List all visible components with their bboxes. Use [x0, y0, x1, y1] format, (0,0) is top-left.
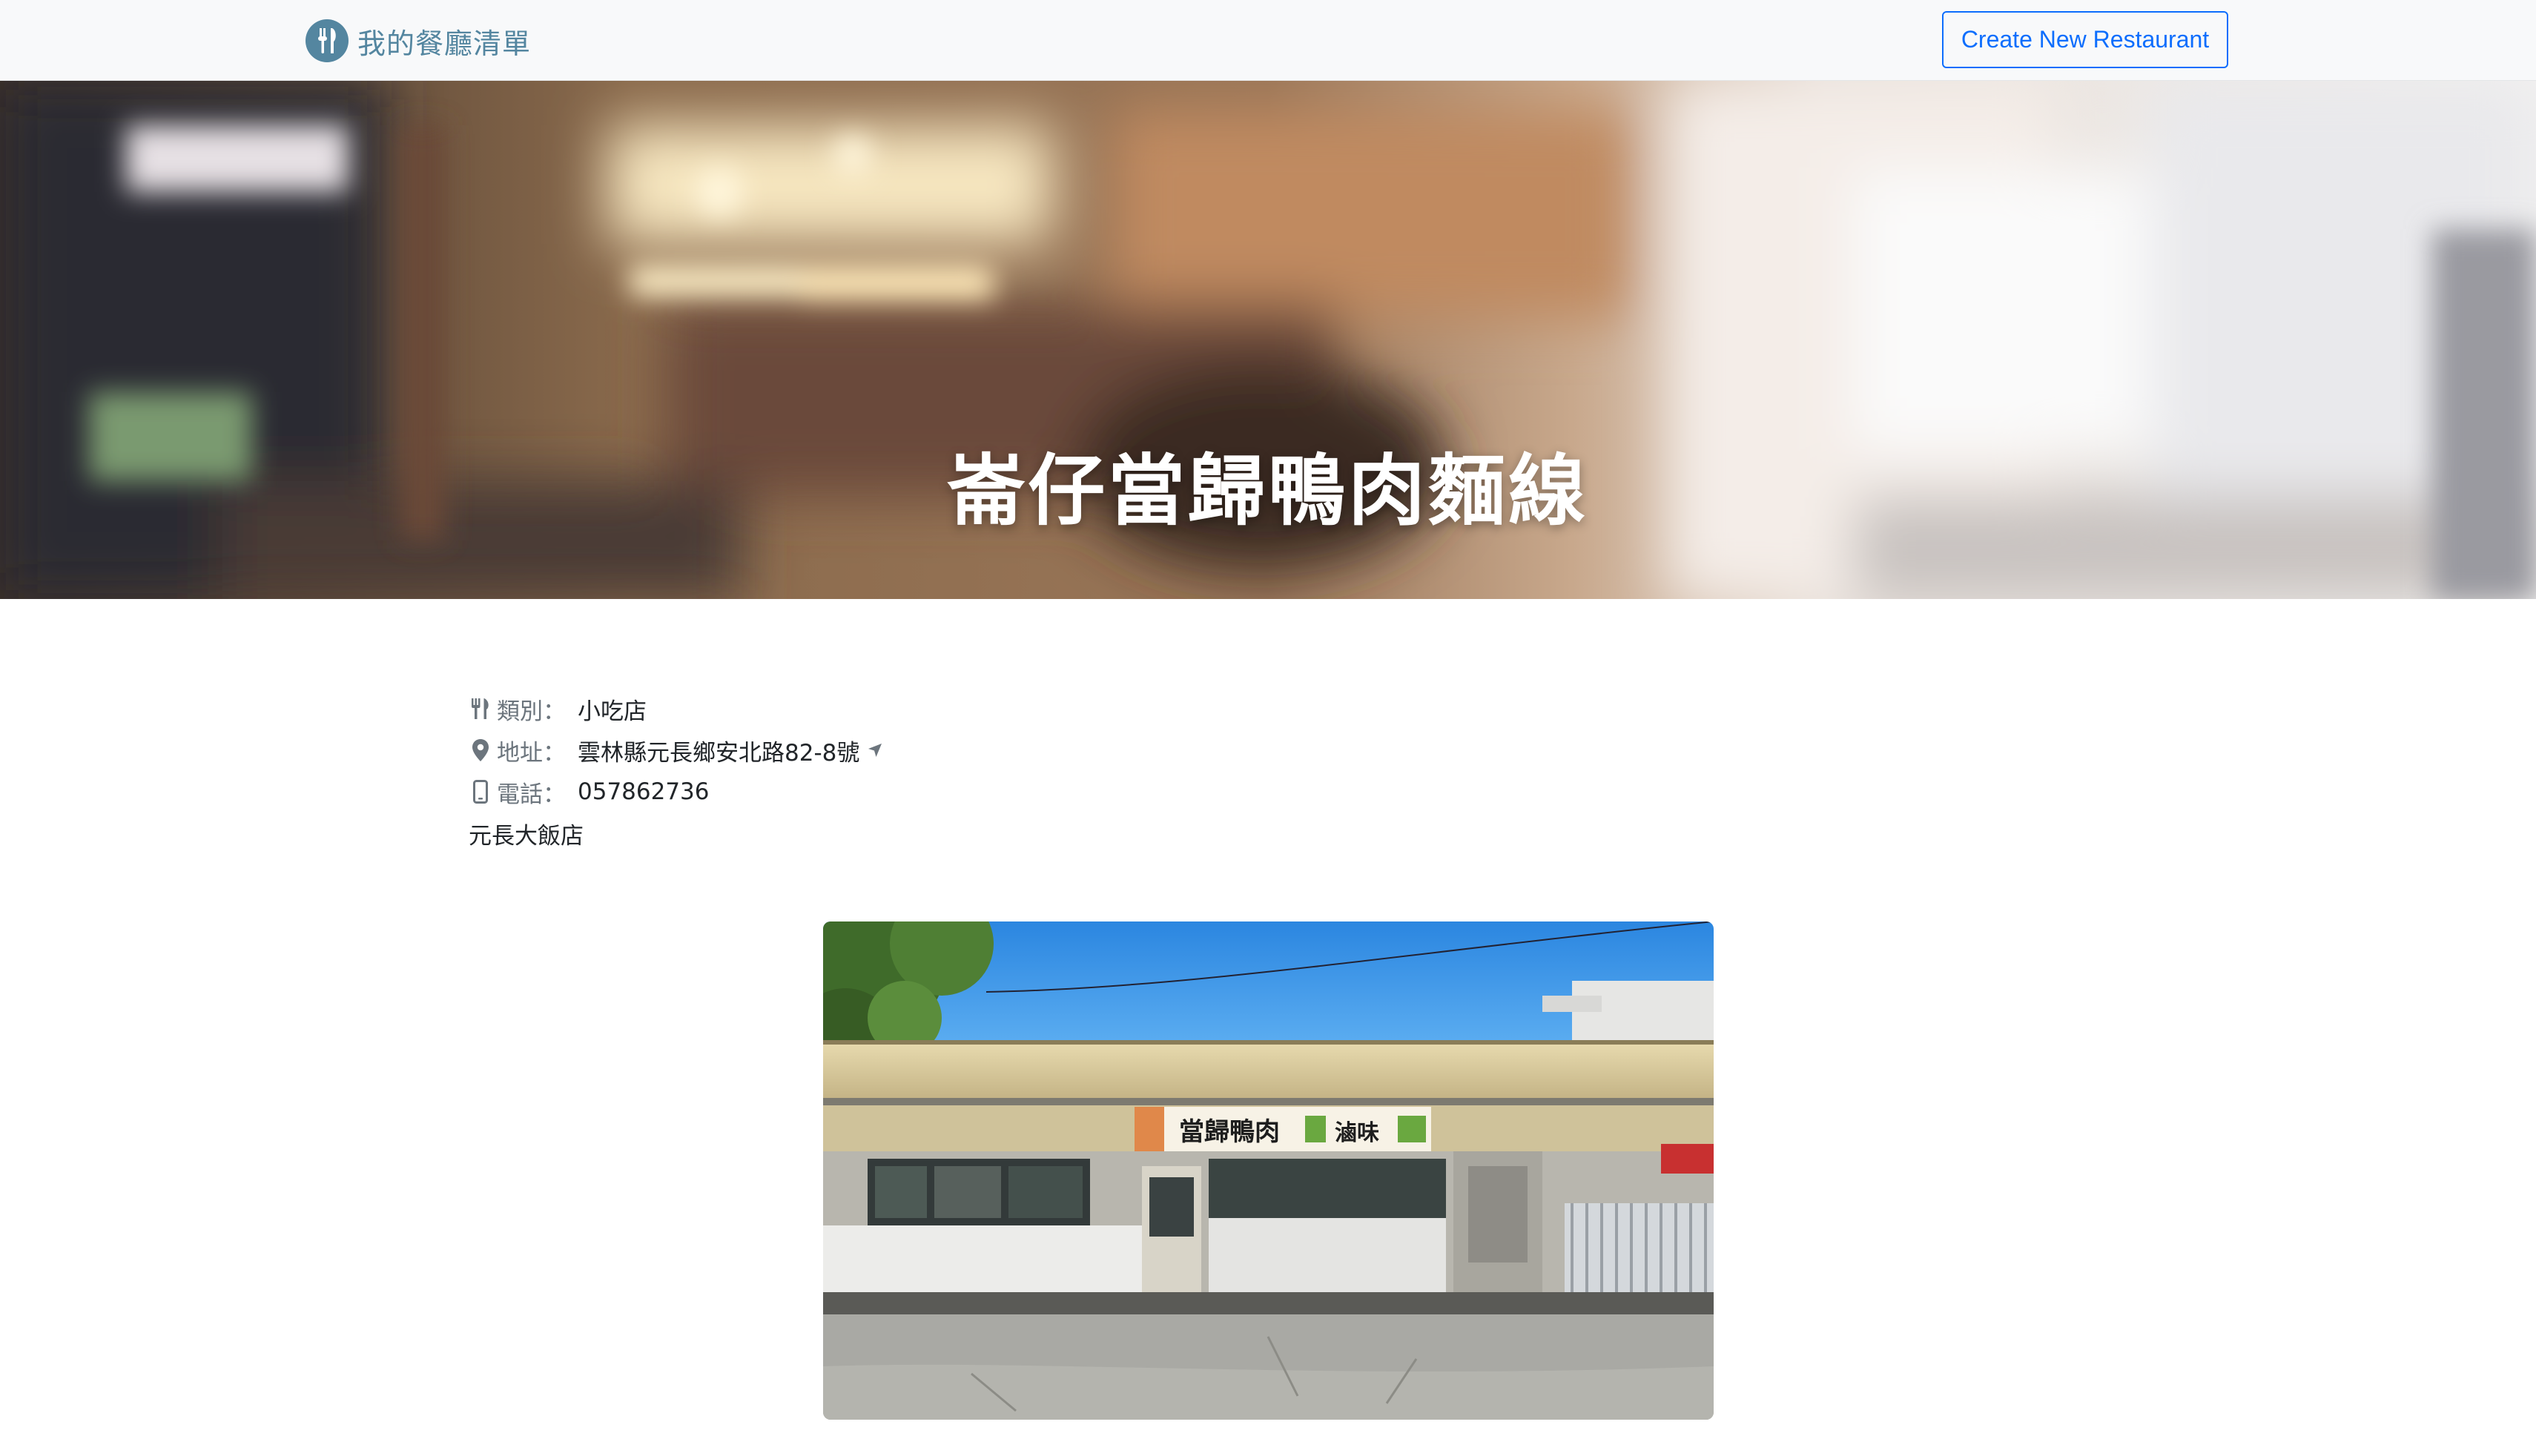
phone-value: 057862736	[578, 778, 710, 805]
restaurant-description: 元長大飯店	[469, 822, 584, 850]
address-row: 地址： 雲林縣元長鄉安北路82-8號	[469, 729, 883, 771]
category-row: 類別： 小吃店	[469, 688, 883, 729]
restaurant-name-title: 崙仔當歸鴨肉麵線	[947, 446, 1588, 536]
restaurant-details: 類別： 小吃店 地址： 雲林縣元長鄉安北路82-8號 電話： 057862736…	[469, 688, 883, 854]
map-pin-icon	[469, 738, 492, 763]
address-label: 地址：	[497, 739, 566, 767]
utensils-icon	[306, 19, 349, 62]
brand-home-link[interactable]: 我的餐廳清單	[306, 19, 531, 62]
phone-row: 電話： 057862736	[469, 771, 883, 813]
create-restaurant-button[interactable]: Create New Restaurant	[1942, 11, 2228, 68]
address-value: 雲林縣元長鄉安北路82-8號	[578, 739, 860, 767]
shop-sign-text: 當歸鴨肉	[1179, 1117, 1280, 1147]
hero-banner: 崙仔當歸鴨肉麵線	[0, 81, 2536, 599]
category-label: 類別：	[497, 698, 566, 725]
phone-label: 電話：	[497, 781, 566, 808]
navbar: 我的餐廳清單 Create New Restaurant	[0, 0, 2536, 81]
mobile-phone-icon	[469, 779, 492, 804]
shop-sign-side-text: 滷味	[1335, 1120, 1379, 1146]
navigation-arrow-icon[interactable]	[867, 742, 883, 758]
utensils-icon	[469, 696, 492, 721]
restaurant-photo: 當歸鴨肉 滷味	[823, 921, 1714, 1420]
category-value: 小吃店	[578, 698, 647, 725]
brand-title: 我的餐廳清單	[357, 27, 532, 60]
